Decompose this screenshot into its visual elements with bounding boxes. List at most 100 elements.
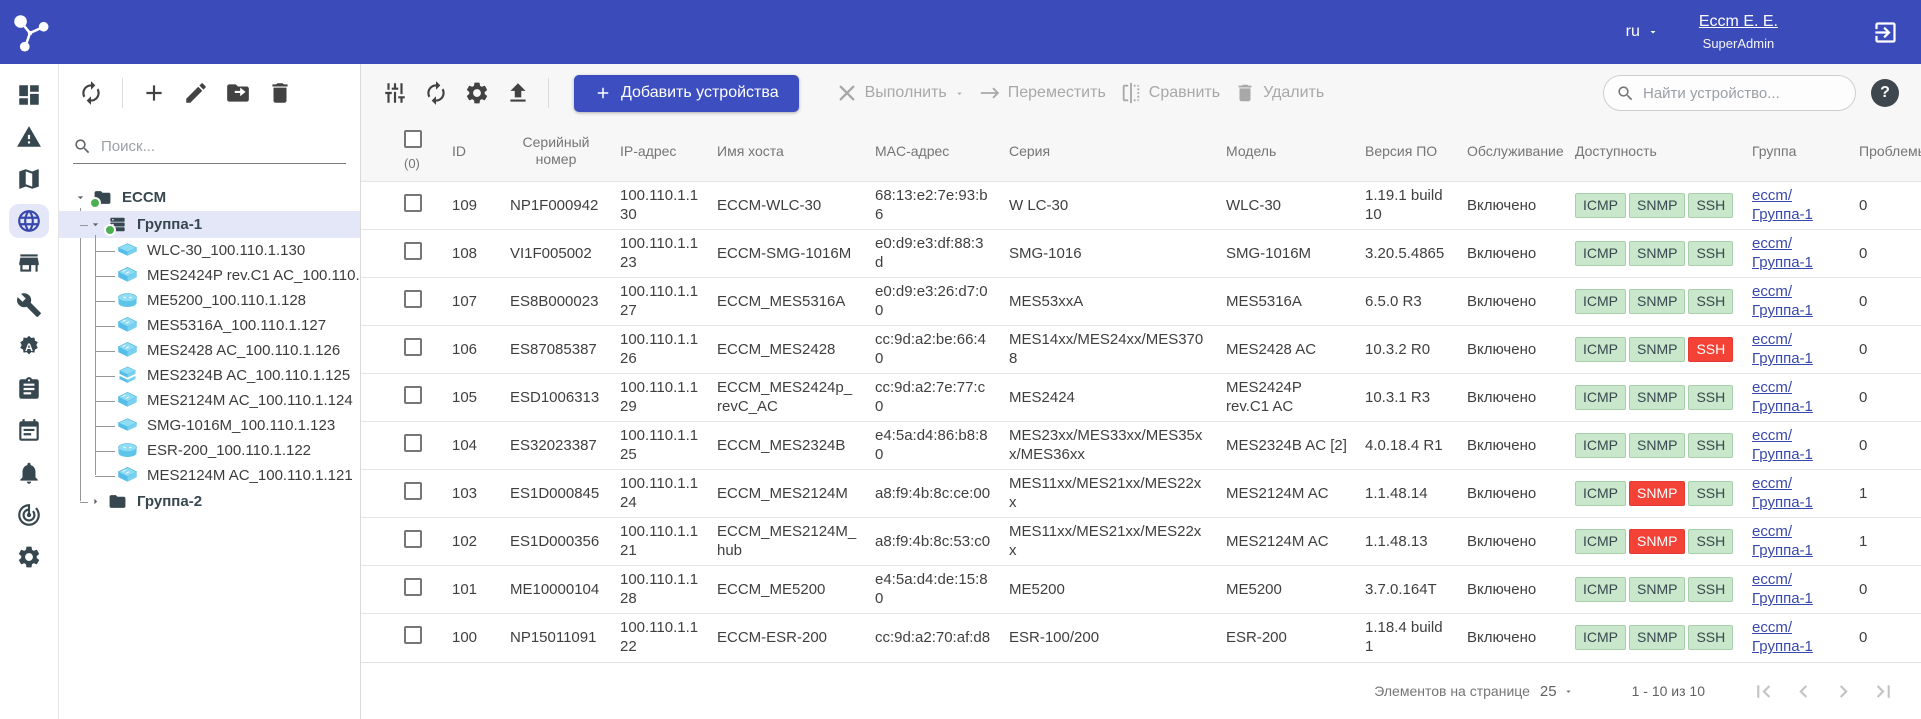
export-icon[interactable] xyxy=(505,80,531,106)
help-button[interactable]: ? xyxy=(1871,79,1899,107)
prev-page-icon[interactable] xyxy=(1791,679,1816,704)
language-value: ru xyxy=(1626,23,1640,41)
router-icon xyxy=(117,441,138,460)
sidebar-item-dashboard[interactable] xyxy=(9,78,49,112)
box-icon xyxy=(117,416,138,435)
alerts-icon xyxy=(16,124,42,150)
refresh-icon[interactable] xyxy=(423,80,449,106)
sidebar-item-maps[interactable] xyxy=(9,162,49,196)
cell-model: ME5200 xyxy=(1214,565,1353,613)
sidebar-item-tasks[interactable] xyxy=(9,372,49,406)
sidebar-item-notifications[interactable] xyxy=(9,456,49,490)
first-page-icon[interactable] xyxy=(1751,679,1776,704)
cell-group: eccm/Группа-1 xyxy=(1740,613,1847,661)
sidebar-item-alerts[interactable] xyxy=(9,120,49,154)
cell-availability: ICMPSNMPSSH xyxy=(1563,229,1740,277)
row-checkbox[interactable] xyxy=(404,626,422,644)
row-checkbox[interactable] xyxy=(404,338,422,356)
group-link[interactable]: eccm/Группа-1 xyxy=(1752,378,1813,416)
tree-node[interactable]: MES2124M AC_100.110.1.124 xyxy=(59,388,360,413)
cell-serial: ES87085387 xyxy=(498,325,608,373)
execute-button[interactable]: Выполнить xyxy=(836,82,965,104)
move-to-group-icon[interactable] xyxy=(225,80,251,106)
sidebar-item-security[interactable]: A xyxy=(9,330,49,364)
last-page-icon[interactable] xyxy=(1871,679,1896,704)
tree-node[interactable]: Группа-2 xyxy=(59,488,360,515)
cell-hostname: ECCM_MES2324B xyxy=(705,421,863,469)
sidebar-item-schedule[interactable] xyxy=(9,414,49,448)
group-link[interactable]: eccm/Группа-1 xyxy=(1752,474,1813,512)
tree-node[interactable]: ME5200_100.110.1.128 xyxy=(59,288,360,313)
cell-maintenance: Включено xyxy=(1455,469,1563,517)
select-all-checkbox[interactable] xyxy=(404,130,422,148)
cell-model: MES2324B AC [2] xyxy=(1214,421,1353,469)
row-checkbox[interactable] xyxy=(404,242,422,260)
tree-node[interactable]: MES5316A_100.110.1.127 xyxy=(59,313,360,338)
cell-problems: 0 xyxy=(1847,181,1921,229)
tree-node[interactable]: ECCM xyxy=(59,184,360,211)
cell-group: eccm/Группа-1 xyxy=(1740,469,1847,517)
group-link[interactable]: eccm/Группа-1 xyxy=(1752,618,1813,656)
expand-collapsed-icon[interactable] xyxy=(89,495,102,508)
delete-group-icon[interactable] xyxy=(267,80,293,106)
move-button[interactable]: Переместить xyxy=(979,82,1106,104)
group-link[interactable]: eccm/Группа-1 xyxy=(1752,330,1813,368)
add-devices-button[interactable]: Добавить устройства xyxy=(574,75,799,112)
tree-node[interactable]: MES2324B AC_100.110.1.125 xyxy=(59,363,360,388)
cell-mac: e4:5a:d4:de:15:80 xyxy=(863,565,997,613)
row-checkbox[interactable] xyxy=(404,290,422,308)
delete-button[interactable]: Удалить xyxy=(1234,82,1324,104)
stackbox-icon xyxy=(117,366,138,385)
cell-maintenance: Включено xyxy=(1455,517,1563,565)
next-page-icon[interactable] xyxy=(1831,679,1856,704)
edit-group-icon[interactable] xyxy=(183,80,209,106)
refresh-icon[interactable] xyxy=(78,80,104,106)
group-link[interactable]: eccm/Группа-1 xyxy=(1752,426,1813,464)
tree-node[interactable]: ESR-200_100.110.1.122 xyxy=(59,438,360,463)
group-link[interactable]: eccm/Группа-1 xyxy=(1752,522,1813,560)
add-group-icon[interactable] xyxy=(141,80,167,106)
tree-node[interactable]: Группа-1 xyxy=(59,211,360,238)
availability-chip-ssh: SSH xyxy=(1688,529,1733,554)
expand-expanded-icon[interactable] xyxy=(89,218,102,231)
row-checkbox[interactable] xyxy=(404,578,422,596)
row-checkbox[interactable] xyxy=(404,434,422,452)
logout-icon[interactable] xyxy=(1872,19,1899,46)
sidebar-item-network[interactable] xyxy=(9,204,49,238)
sidebar-item-inventory[interactable] xyxy=(9,246,49,280)
filter-icon[interactable] xyxy=(382,80,408,106)
cell-select xyxy=(361,421,440,469)
cell-hostname: ECCM-WLC-30 xyxy=(705,181,863,229)
tree-node[interactable]: MES2124M AC_100.110.1.121 xyxy=(59,463,360,488)
group-link[interactable]: eccm/Группа-1 xyxy=(1752,570,1813,608)
group-link[interactable]: eccm/Группа-1 xyxy=(1752,186,1813,224)
row-checkbox[interactable] xyxy=(404,386,422,404)
group-link[interactable]: eccm/Группа-1 xyxy=(1752,234,1813,272)
table-settings-icon[interactable] xyxy=(464,80,490,106)
cell-series: MES2424 xyxy=(997,373,1214,421)
tree-node[interactable]: SMG-1016M_100.110.1.123 xyxy=(59,413,360,438)
per-page-select[interactable]: 25 xyxy=(1540,683,1574,700)
user-profile-link[interactable]: Eccm E. E. xyxy=(1699,13,1778,31)
cell-problems: 0 xyxy=(1847,229,1921,277)
sidebar-item-monitoring[interactable] xyxy=(9,498,49,532)
availability-chip-icmp: ICMP xyxy=(1575,241,1626,266)
sidebar-item-tools[interactable] xyxy=(9,288,49,322)
tree-search-input[interactable] xyxy=(101,138,346,155)
row-checkbox[interactable] xyxy=(404,194,422,212)
group-link[interactable]: eccm/Группа-1 xyxy=(1752,282,1813,320)
tree-node[interactable]: MES2428 AC_100.110.1.126 xyxy=(59,338,360,363)
device-search-input[interactable] xyxy=(1643,85,1843,102)
col-model: Модель xyxy=(1214,122,1353,181)
row-checkbox[interactable] xyxy=(404,530,422,548)
compare-button[interactable]: Сравнить xyxy=(1120,82,1220,104)
availability-chips: ICMPSNMPSSH xyxy=(1575,289,1734,314)
expand-expanded-icon[interactable] xyxy=(74,191,87,204)
tree-node[interactable]: WLC-30_100.110.1.130 xyxy=(59,238,360,263)
plus-icon xyxy=(594,84,612,102)
language-selector[interactable]: ru xyxy=(1626,23,1659,41)
tree-node[interactable]: MES2424P rev.C1 AC_100.110.1.129 xyxy=(59,263,360,288)
sidebar-item-settings[interactable] xyxy=(9,540,49,574)
cell-model: MES5316A xyxy=(1214,277,1353,325)
row-checkbox[interactable] xyxy=(404,482,422,500)
